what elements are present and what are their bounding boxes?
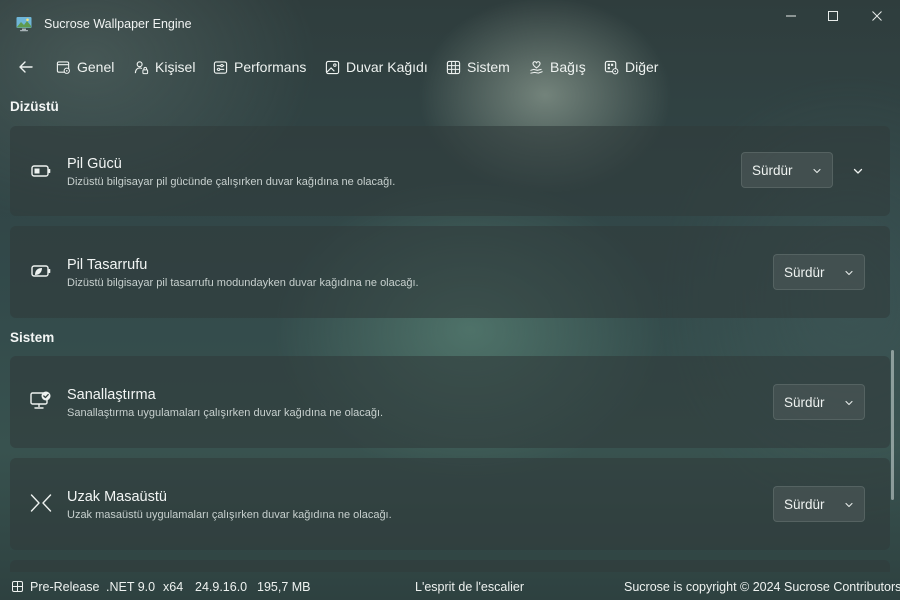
section-title-dizustu: Dizüstü bbox=[10, 99, 59, 114]
uzak-masaustu-dropdown[interactable]: Sürdür bbox=[773, 486, 865, 522]
nav-label: Genel bbox=[77, 59, 115, 75]
dropdown-value: Sürdür bbox=[752, 163, 793, 178]
setting-card-uzak-masaustu[interactable]: Uzak Masaüstü Uzak masaüstü uygulamaları… bbox=[10, 458, 890, 550]
monitor-landscape-icon bbox=[16, 16, 32, 32]
battery-saver-icon bbox=[29, 259, 53, 283]
dropdown-value: Sürdür bbox=[784, 265, 825, 280]
dropdown-value: Sürdür bbox=[784, 395, 825, 410]
sanallastirma-dropdown[interactable]: Sürdür bbox=[773, 384, 865, 420]
setting-title: Pil Tasarrufu bbox=[67, 257, 148, 273]
setting-description: Uzak masaüstü uygulamaları çalışırken du… bbox=[67, 509, 392, 521]
build-grid-icon bbox=[12, 581, 23, 595]
status-bar: Pre-Release .NET 9.0 x64 24.9.16.0 195,7… bbox=[0, 572, 900, 600]
nav-item-genel[interactable]: Genel bbox=[56, 57, 114, 77]
nav-item-bagis[interactable]: Bağış bbox=[529, 57, 586, 77]
nav-label: Sistem bbox=[467, 59, 510, 75]
heart-hand-icon bbox=[530, 60, 543, 74]
app-version: 24.9.16.0 bbox=[195, 580, 248, 594]
nav-item-diger[interactable]: Diğer bbox=[604, 57, 658, 77]
close-button[interactable] bbox=[854, 0, 900, 32]
battery-icon bbox=[29, 159, 53, 183]
setting-description: Dizüstü bilgisayar pil tasarrufu modunda… bbox=[67, 277, 419, 289]
maximize-button[interactable] bbox=[810, 0, 856, 32]
window-settings-icon bbox=[56, 60, 70, 74]
nav-label: Bağış bbox=[550, 59, 586, 75]
back-button[interactable] bbox=[14, 56, 38, 78]
release-channel: Pre-Release bbox=[30, 580, 100, 594]
nav-item-kisisel[interactable]: Kişisel bbox=[134, 57, 195, 77]
nav-item-duvar-kagidi[interactable]: Duvar Kağıdı bbox=[325, 57, 428, 77]
setting-title: Pil Gücü bbox=[67, 156, 122, 172]
setting-title: Uzak Masaüstü bbox=[67, 489, 167, 505]
title-bar: Sucrose Wallpaper Engine bbox=[0, 0, 900, 48]
maximize-icon bbox=[828, 11, 838, 21]
pil-tasarrufu-dropdown[interactable]: Sürdür bbox=[773, 254, 865, 290]
copyright-text: Sucrose is copyright © 2024 Sucrose Cont… bbox=[624, 580, 900, 594]
minimize-button[interactable] bbox=[768, 0, 814, 32]
setting-card-pil-tasarrufu[interactable]: Pil Tasarrufu Dizüstü bilgisayar pil tas… bbox=[10, 226, 890, 318]
close-icon bbox=[872, 11, 882, 21]
nav-item-sistem[interactable]: Sistem bbox=[446, 57, 510, 77]
nav-label: Duvar Kağıdı bbox=[346, 59, 428, 75]
setting-description: Sanallaştırma uygulamaları çalışırken du… bbox=[67, 407, 384, 419]
desktop-check-icon bbox=[29, 389, 53, 413]
setting-card-sanallastirma[interactable]: Sanallaştırma Sanallaştırma uygulamaları… bbox=[10, 356, 890, 448]
window-title: Sucrose Wallpaper Engine bbox=[44, 17, 192, 31]
chevron-down-icon bbox=[813, 168, 821, 174]
setting-title: Sanallaştırma bbox=[67, 387, 156, 403]
pil-gucu-dropdown[interactable]: Sürdür bbox=[741, 152, 833, 188]
expand-button[interactable] bbox=[846, 159, 870, 183]
chevron-down-icon bbox=[853, 168, 863, 174]
person-lock-icon bbox=[134, 60, 149, 74]
nav-label: Kişisel bbox=[155, 59, 196, 75]
setting-description: Dizüstü bilgisayar pil gücünde çalışırke… bbox=[67, 176, 396, 188]
quote-text: L'esprit de l'escalier bbox=[415, 580, 524, 594]
setting-card-pil-gucu[interactable]: Pil Gücü Dizüstü bilgisayar pil gücünde … bbox=[10, 126, 890, 216]
navigation-bar: Genel Kişisel Performans Duvar Kağıdı Si… bbox=[0, 48, 900, 86]
chevron-down-icon bbox=[845, 502, 853, 508]
grid-icon bbox=[446, 60, 461, 74]
nav-label: Diğer bbox=[625, 59, 659, 75]
memory-usage: 195,7 MB bbox=[257, 580, 311, 594]
minimize-icon bbox=[786, 15, 796, 17]
section-title-sistem: Sistem bbox=[10, 330, 55, 345]
setting-card-partial bbox=[10, 560, 890, 572]
gauge-panel-icon bbox=[213, 60, 228, 74]
remote-desktop-icon bbox=[29, 491, 53, 515]
chevron-down-icon bbox=[845, 270, 853, 276]
arrow-left-icon bbox=[19, 61, 33, 73]
dropdown-value: Sürdür bbox=[784, 497, 825, 512]
app-settings-icon bbox=[604, 60, 619, 74]
image-icon bbox=[325, 60, 340, 74]
framework-version: .NET 9.0 bbox=[106, 580, 156, 594]
architecture: x64 bbox=[163, 580, 184, 594]
chevron-down-icon bbox=[845, 400, 853, 406]
nav-item-performans[interactable]: Performans bbox=[213, 57, 306, 77]
nav-label: Performans bbox=[234, 59, 307, 75]
vertical-scrollbar[interactable] bbox=[891, 350, 894, 500]
